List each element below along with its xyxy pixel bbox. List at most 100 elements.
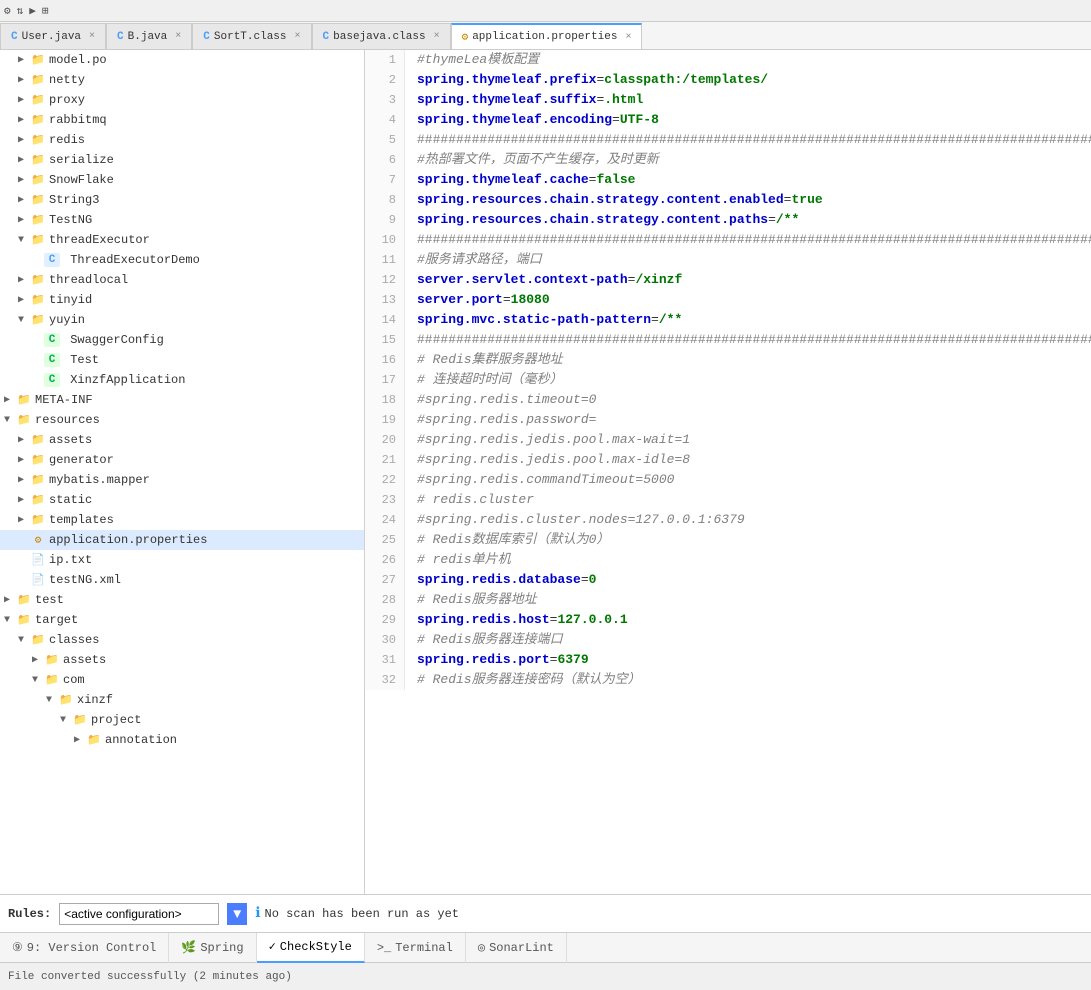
sidebar-item-label: classes	[49, 633, 99, 647]
sidebar-item-32[interactable]: ▼📁xinzf	[0, 690, 364, 710]
bottom-tab-terminal[interactable]: >_Terminal	[365, 933, 466, 963]
sidebar-item-23[interactable]: ▶📁templates	[0, 510, 364, 530]
line-number: 17	[365, 370, 405, 390]
tree-arrow[interactable]: ▶	[18, 174, 30, 186]
sidebar-item-17[interactable]: ▶📁META-INF	[0, 390, 364, 410]
tree-arrow[interactable]: ▶	[18, 294, 30, 306]
bottom-tab-sonarlint[interactable]: ◎SonarLint	[466, 933, 567, 963]
sidebar-item-12[interactable]: ▶📁tinyid	[0, 290, 364, 310]
bottom-tab-checkstyle[interactable]: ✓CheckStyle	[257, 933, 365, 963]
settings-icon[interactable]: ⚙	[4, 4, 11, 18]
tree-arrow[interactable]: ▶	[18, 474, 30, 486]
java-app-icon: C	[44, 353, 60, 367]
tree-arrow[interactable]: ▼	[60, 715, 72, 726]
sidebar-item-21[interactable]: ▶📁mybatis.mapper	[0, 470, 364, 490]
tree-arrow[interactable]: ▼	[4, 415, 16, 426]
tab-user-java[interactable]: CUser.java×	[0, 23, 106, 49]
sidebar-item-19[interactable]: ▶📁assets	[0, 430, 364, 450]
tree-arrow[interactable]: ▶	[32, 654, 44, 666]
sidebar-item-25[interactable]: 📄ip.txt	[0, 550, 364, 570]
sidebar-item-18[interactable]: ▼📁resources	[0, 410, 364, 430]
sidebar-item-label: com	[63, 673, 85, 687]
sidebar-item-2[interactable]: ▶📁proxy	[0, 90, 364, 110]
tree-arrow[interactable]: ▼	[18, 315, 30, 326]
tree-arrow[interactable]: ▼	[18, 235, 30, 246]
sidebar-item-22[interactable]: ▶📁static	[0, 490, 364, 510]
tab-sortt-class[interactable]: CSortT.class×	[192, 23, 311, 49]
sidebar-item-5[interactable]: ▶📁serialize	[0, 150, 364, 170]
bottom-tab-spring[interactable]: 🌿Spring	[169, 933, 256, 963]
tree-arrow[interactable]: ▶	[18, 194, 30, 206]
tree-arrow[interactable]: ▶	[4, 594, 16, 606]
bottom-tab-version-control[interactable]: ⑨9: Version Control	[0, 933, 169, 963]
line-number: 30	[365, 630, 405, 650]
sidebar-item-33[interactable]: ▼📁project	[0, 710, 364, 730]
sidebar-item-8[interactable]: ▶📁TestNG	[0, 210, 364, 230]
line-number: 3	[365, 90, 405, 110]
sidebar-item-6[interactable]: ▶📁SnowFlake	[0, 170, 364, 190]
sidebar-item-14[interactable]: C SwaggerConfig	[0, 330, 364, 350]
tree-arrow[interactable]: ▶	[74, 734, 86, 746]
tree-arrow[interactable]: ▶	[18, 154, 30, 166]
rules-dropdown-button[interactable]: ▼	[227, 903, 247, 925]
bottom-tab-label: CheckStyle	[280, 940, 352, 954]
sidebar-item-26[interactable]: 📄testNG.xml	[0, 570, 364, 590]
sidebar-item-label: SwaggerConfig	[70, 333, 164, 347]
tree-arrow[interactable]: ▶	[18, 434, 30, 446]
sidebar-item-29[interactable]: ▼📁classes	[0, 630, 364, 650]
tree-arrow[interactable]: ▶	[18, 514, 30, 526]
tree-arrow[interactable]: ▶	[18, 54, 30, 66]
tree-arrow[interactable]: ▶	[18, 454, 30, 466]
rules-input[interactable]	[59, 903, 219, 925]
tree-arrow[interactable]: ▶	[18, 94, 30, 106]
sidebar-item-34[interactable]: ▶📁annotation	[0, 730, 364, 750]
sidebar-item-13[interactable]: ▼📁yuyin	[0, 310, 364, 330]
sidebar-item-28[interactable]: ▼📁target	[0, 610, 364, 630]
tab-application-props[interactable]: ⚙application.properties×	[451, 23, 643, 49]
arrows-icon[interactable]: ⇅	[17, 4, 24, 18]
editor-line-18: 18#spring.redis.timeout=0	[365, 390, 1091, 410]
sidebar-item-label: serialize	[49, 153, 114, 167]
sidebar-item-15[interactable]: C Test	[0, 350, 364, 370]
layout-icon[interactable]: ⊞	[42, 4, 49, 18]
tree-arrow[interactable]: ▶	[18, 74, 30, 86]
sidebar-item-label: xinzf	[77, 693, 113, 707]
sidebar-item-3[interactable]: ▶📁rabbitmq	[0, 110, 364, 130]
folder-icon: 📁	[44, 653, 60, 667]
editor-line-6: 6#热部署文件，页面不产生缓存，及时更新	[365, 150, 1091, 170]
sidebar-item-label: yuyin	[49, 313, 85, 327]
tree-arrow[interactable]: ▶	[18, 494, 30, 506]
tree-arrow[interactable]: ▶	[4, 394, 16, 406]
tree-arrow[interactable]: ▼	[4, 615, 16, 626]
sidebar-item-30[interactable]: ▶📁assets	[0, 650, 364, 670]
sidebar-item-0[interactable]: ▶📁model.po	[0, 50, 364, 70]
sidebar-item-7[interactable]: ▶📁String3	[0, 190, 364, 210]
tree-arrow[interactable]: ▶	[18, 274, 30, 286]
tree-arrow[interactable]: ▶	[18, 134, 30, 146]
sidebar-item-16[interactable]: C XinzfApplication	[0, 370, 364, 390]
sidebar-item-11[interactable]: ▶📁threadlocal	[0, 270, 364, 290]
sidebar-item-24[interactable]: ⚙application.properties	[0, 530, 364, 550]
bottom-tab-icon: ◎	[478, 940, 485, 955]
tree-arrow[interactable]: ▼	[32, 675, 44, 686]
sidebar-item-27[interactable]: ▶📁test	[0, 590, 364, 610]
sidebar-item-20[interactable]: ▶📁generator	[0, 450, 364, 470]
run-icon[interactable]: ▶	[29, 4, 36, 18]
editor-tab-bar: CUser.java×CB.java×CSortT.class×Cbasejav…	[0, 22, 1091, 50]
tab-basejava-class[interactable]: Cbasejava.class×	[312, 23, 451, 49]
editor-line-27: 27spring.redis.database=0	[365, 570, 1091, 590]
tab-b-java[interactable]: CB.java×	[106, 23, 192, 49]
tree-arrow[interactable]: ▶	[18, 214, 30, 226]
editor-line-25: 25# Redis数据库索引（默认为0）	[365, 530, 1091, 550]
sidebar-item-4[interactable]: ▶📁redis	[0, 130, 364, 150]
sidebar-item-9[interactable]: ▼📁threadExecutor	[0, 230, 364, 250]
java-icon: C	[44, 253, 60, 267]
editor-line-23: 23# redis.cluster	[365, 490, 1091, 510]
sidebar-item-1[interactable]: ▶📁netty	[0, 70, 364, 90]
tree-arrow[interactable]: ▶	[18, 114, 30, 126]
tree-arrow[interactable]: ▼	[46, 695, 58, 706]
tree-arrow[interactable]: ▼	[18, 635, 30, 646]
sidebar-item-31[interactable]: ▼📁com	[0, 670, 364, 690]
sidebar-item-10[interactable]: C ThreadExecutorDemo	[0, 250, 364, 270]
editor-line-9: 9spring.resources.chain.strategy.content…	[365, 210, 1091, 230]
